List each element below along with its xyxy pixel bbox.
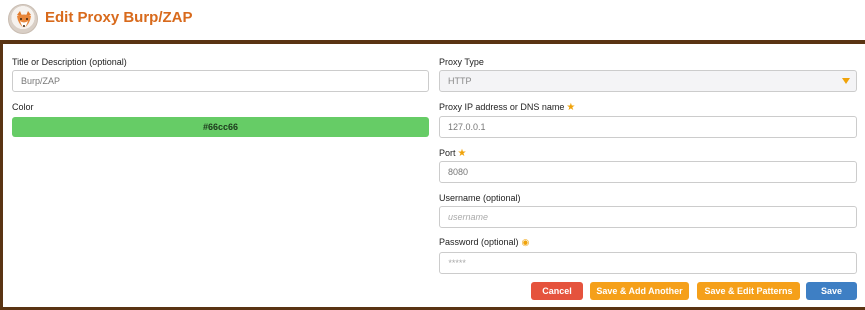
username-input[interactable]: username <box>439 206 857 228</box>
save-edit-patterns-button[interactable]: Save & Edit Patterns <box>697 282 800 300</box>
chevron-down-icon <box>842 78 850 84</box>
proxy-ip-input[interactable]: 127.0.0.1 <box>439 116 857 138</box>
proxy-ip-label-text: Proxy IP address or DNS name <box>439 102 565 112</box>
username-label: Username (optional) <box>439 193 521 203</box>
password-label-text: Password (optional) <box>439 237 519 247</box>
title-label: Title or Description (optional) <box>12 57 127 67</box>
password-input[interactable]: ***** <box>439 252 857 274</box>
proxy-type-select[interactable]: HTTP <box>439 70 857 92</box>
required-star-icon: ★ <box>457 148 467 159</box>
color-picker[interactable]: #66cc66 <box>12 117 429 137</box>
save-button[interactable]: Save <box>806 282 857 300</box>
page-title: Edit Proxy Burp/ZAP <box>45 9 193 26</box>
proxy-type-label: Proxy Type <box>439 57 484 67</box>
color-label: Color <box>12 102 34 112</box>
header: Edit Proxy Burp/ZAP <box>0 0 865 40</box>
title-input[interactable]: Burp/ZAP <box>12 70 429 92</box>
port-label: Port ★ <box>439 148 466 159</box>
port-input[interactable]: 8080 <box>439 161 857 183</box>
eye-icon[interactable]: ◉ <box>522 237 530 247</box>
required-star-icon: ★ <box>566 102 576 113</box>
password-label: Password (optional) ◉ <box>439 237 529 248</box>
save-add-another-button[interactable]: Save & Add Another <box>590 282 689 300</box>
port-label-text: Port <box>439 148 456 158</box>
proxy-ip-label: Proxy IP address or DNS name ★ <box>439 102 575 113</box>
proxy-type-value: HTTP <box>448 76 472 86</box>
fox-logo-icon <box>8 4 38 34</box>
cancel-button[interactable]: Cancel <box>531 282 583 300</box>
